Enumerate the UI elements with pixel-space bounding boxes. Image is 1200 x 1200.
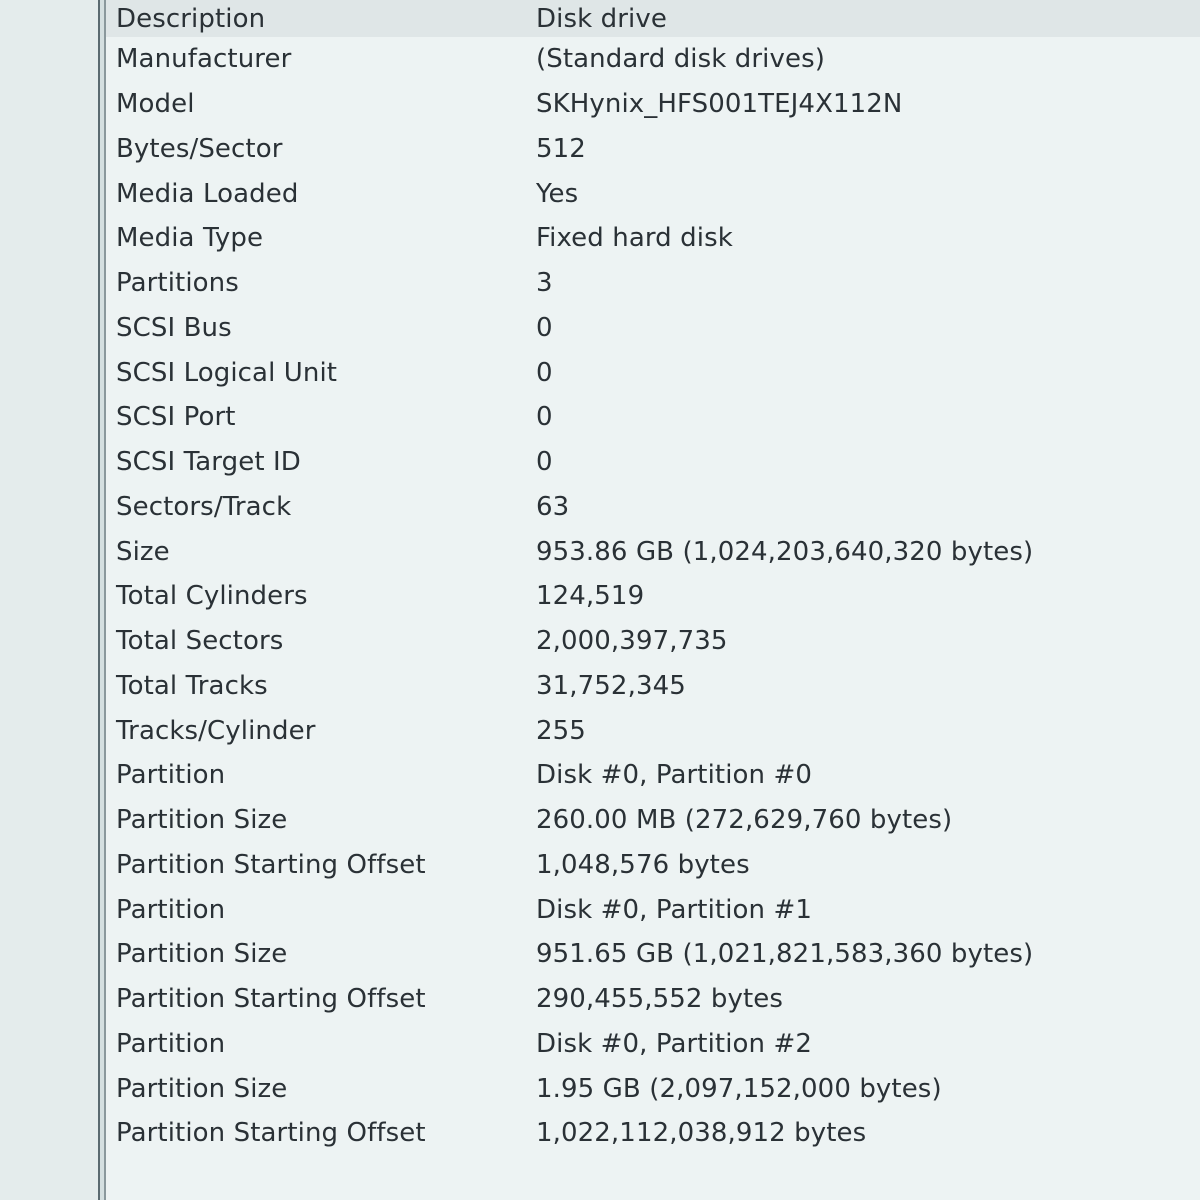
item-name: SCSI Logical Unit (116, 357, 338, 388)
item-value: 953.86 GB (1,024,203,640,320 bytes) (536, 536, 1034, 567)
table-row[interactable]: Partition Disk #0, Partition #2 (106, 1022, 1200, 1067)
item-name: Media Type (116, 223, 264, 254)
table-row[interactable]: Media Loaded Yes (106, 171, 1200, 216)
item-name: Total Cylinders (116, 581, 308, 612)
item-name: Total Sectors (116, 626, 284, 657)
table-row[interactable]: Manufacturer (Standard disk drives) (106, 37, 1200, 82)
table-row[interactable]: Partition Starting Offset 290,455,552 by… (106, 977, 1200, 1022)
item-name: Total Tracks (116, 670, 268, 701)
item-name: Partition (116, 894, 226, 925)
item-name: SCSI Bus (116, 312, 232, 343)
item-value: 290,455,552 bytes (536, 984, 783, 1015)
table-row[interactable]: Partitions 3 (106, 261, 1200, 306)
table-row[interactable]: Model SKHynix_HFS001TEJ4X112N (106, 82, 1200, 127)
item-value: SKHynix_HFS001TEJ4X112N (536, 89, 903, 120)
table-row[interactable]: Partition Disk #0, Partition #1 (106, 887, 1200, 932)
item-name: Partition Starting Offset (116, 984, 426, 1015)
item-name: Description (116, 3, 266, 34)
table-row[interactable]: Bytes/Sector 512 (106, 127, 1200, 172)
item-value: Yes (536, 178, 579, 209)
table-row[interactable]: Description Disk drive (106, 0, 1200, 37)
table-row[interactable]: SCSI Logical Unit 0 (106, 350, 1200, 395)
table-row[interactable]: Size 953.86 GB (1,024,203,640,320 bytes) (106, 529, 1200, 574)
item-name: Partition Starting Offset (116, 1118, 426, 1149)
table-row[interactable]: Sectors/Track 63 (106, 485, 1200, 530)
item-name: Sectors/Track (116, 491, 292, 522)
table-row[interactable]: Partition Size 951.65 GB (1,021,821,583,… (106, 932, 1200, 977)
table-row[interactable]: SCSI Bus 0 (106, 306, 1200, 351)
item-value: 255 (536, 715, 586, 746)
item-value: 1,048,576 bytes (536, 849, 750, 880)
item-value: 1,022,112,038,912 bytes (536, 1118, 867, 1149)
item-value: Disk #0, Partition #0 (536, 760, 813, 791)
item-name: Tracks/Cylinder (116, 715, 316, 746)
table-row[interactable]: Tracks/Cylinder 255 (106, 708, 1200, 753)
item-value: 260.00 MB (272,629,760 bytes) (536, 805, 953, 836)
item-value: Disk #0, Partition #1 (536, 894, 813, 925)
pane-splitter[interactable] (98, 0, 106, 1200)
item-name: Media Loaded (116, 178, 299, 209)
item-name: SCSI Port (116, 402, 236, 433)
item-value: 0 (536, 402, 553, 433)
tree-pane-edge (0, 0, 98, 1200)
item-value: 0 (536, 312, 553, 343)
item-name: Partitions (116, 268, 239, 299)
table-row[interactable]: SCSI Port 0 (106, 395, 1200, 440)
item-value: 124,519 (536, 581, 645, 612)
table-row[interactable]: Partition Size 260.00 MB (272,629,760 by… (106, 798, 1200, 843)
item-value: Fixed hard disk (536, 223, 733, 254)
item-name: Model (116, 89, 195, 120)
item-value: Disk #0, Partition #2 (536, 1028, 813, 1059)
table-row[interactable]: Total Sectors 2,000,397,735 (106, 619, 1200, 664)
item-name: Bytes/Sector (116, 133, 283, 164)
table-row[interactable]: Partition Size 1.95 GB (2,097,152,000 by… (106, 1066, 1200, 1111)
item-name: Manufacturer (116, 44, 292, 75)
item-name: SCSI Target ID (116, 447, 301, 478)
item-name: Partition Size (116, 805, 288, 836)
table-row[interactable]: Partition Starting Offset 1,048,576 byte… (106, 843, 1200, 888)
table-row[interactable]: SCSI Target ID 0 (106, 440, 1200, 485)
item-value: 63 (536, 491, 570, 522)
item-value: 1.95 GB (2,097,152,000 bytes) (536, 1073, 942, 1104)
table-row[interactable]: Partition Disk #0, Partition #0 (106, 753, 1200, 798)
item-name: Partition Starting Offset (116, 849, 426, 880)
item-value: 0 (536, 447, 553, 478)
table-row[interactable]: Total Cylinders 124,519 (106, 574, 1200, 619)
item-value: 2,000,397,735 (536, 626, 728, 657)
item-name: Partition (116, 760, 226, 791)
item-name: Size (116, 536, 170, 567)
table-row[interactable]: Media Type Fixed hard disk (106, 216, 1200, 261)
item-value: 0 (536, 357, 553, 388)
item-name: Partition Size (116, 1073, 288, 1104)
item-name: Partition Size (116, 939, 288, 970)
item-value: (Standard disk drives) (536, 44, 825, 75)
item-value: 512 (536, 133, 586, 164)
properties-table: Description Disk drive Manufacturer (Sta… (106, 0, 1200, 1200)
item-name: Partition (116, 1028, 226, 1059)
table-row[interactable]: Total Tracks 31,752,345 (106, 664, 1200, 709)
item-value: 951.65 GB (1,021,821,583,360 bytes) (536, 939, 1034, 970)
item-value: 3 (536, 268, 553, 299)
table-row[interactable]: Partition Starting Offset 1,022,112,038,… (106, 1111, 1200, 1156)
item-value: 31,752,345 (536, 670, 686, 701)
system-information-window: Description Disk drive Manufacturer (Sta… (0, 0, 1200, 1200)
item-value: Disk drive (536, 3, 667, 34)
